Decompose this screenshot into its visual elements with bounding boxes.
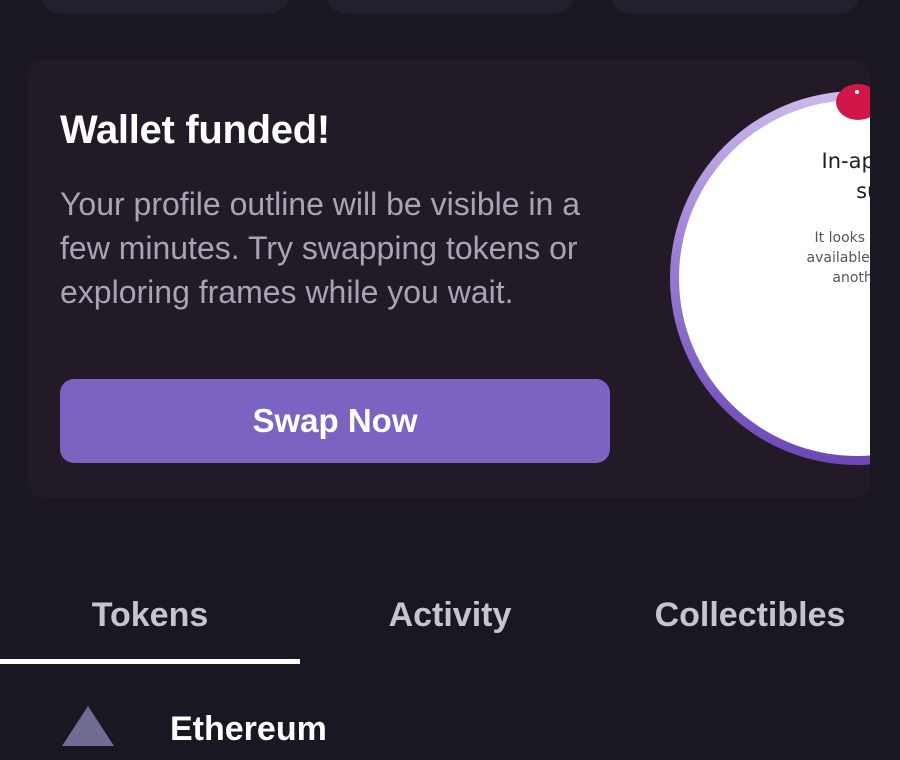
- card-body-text: Your profile outline will be visible in …: [60, 186, 580, 310]
- token-name: Ethereum: [170, 710, 327, 748]
- top-pill-button-3[interactable]: [610, 0, 860, 14]
- swap-now-button[interactable]: Swap Now: [60, 379, 610, 463]
- token-list-item[interactable]: Ethereum: [0, 700, 900, 760]
- wallet-funded-card: Wallet funded! Your profile outline will…: [28, 60, 870, 498]
- card-title: Wallet funded!: [60, 108, 330, 152]
- tab-tokens[interactable]: Tokens: [0, 575, 300, 655]
- tab-collectibles[interactable]: Collectibles: [600, 575, 900, 655]
- active-tab-indicator: [0, 659, 300, 664]
- illustration-text: It looks like in-app p available on this…: [806, 230, 870, 286]
- ethereum-icon: [62, 706, 114, 746]
- top-pill-button-1[interactable]: [40, 0, 290, 14]
- top-pill-button-2[interactable]: [325, 0, 575, 14]
- wallet-tabs: Tokens Activity Collectibles: [0, 575, 900, 665]
- illustration-heading: In-app purch suppo: [821, 149, 870, 203]
- tab-activity[interactable]: Activity: [300, 575, 600, 655]
